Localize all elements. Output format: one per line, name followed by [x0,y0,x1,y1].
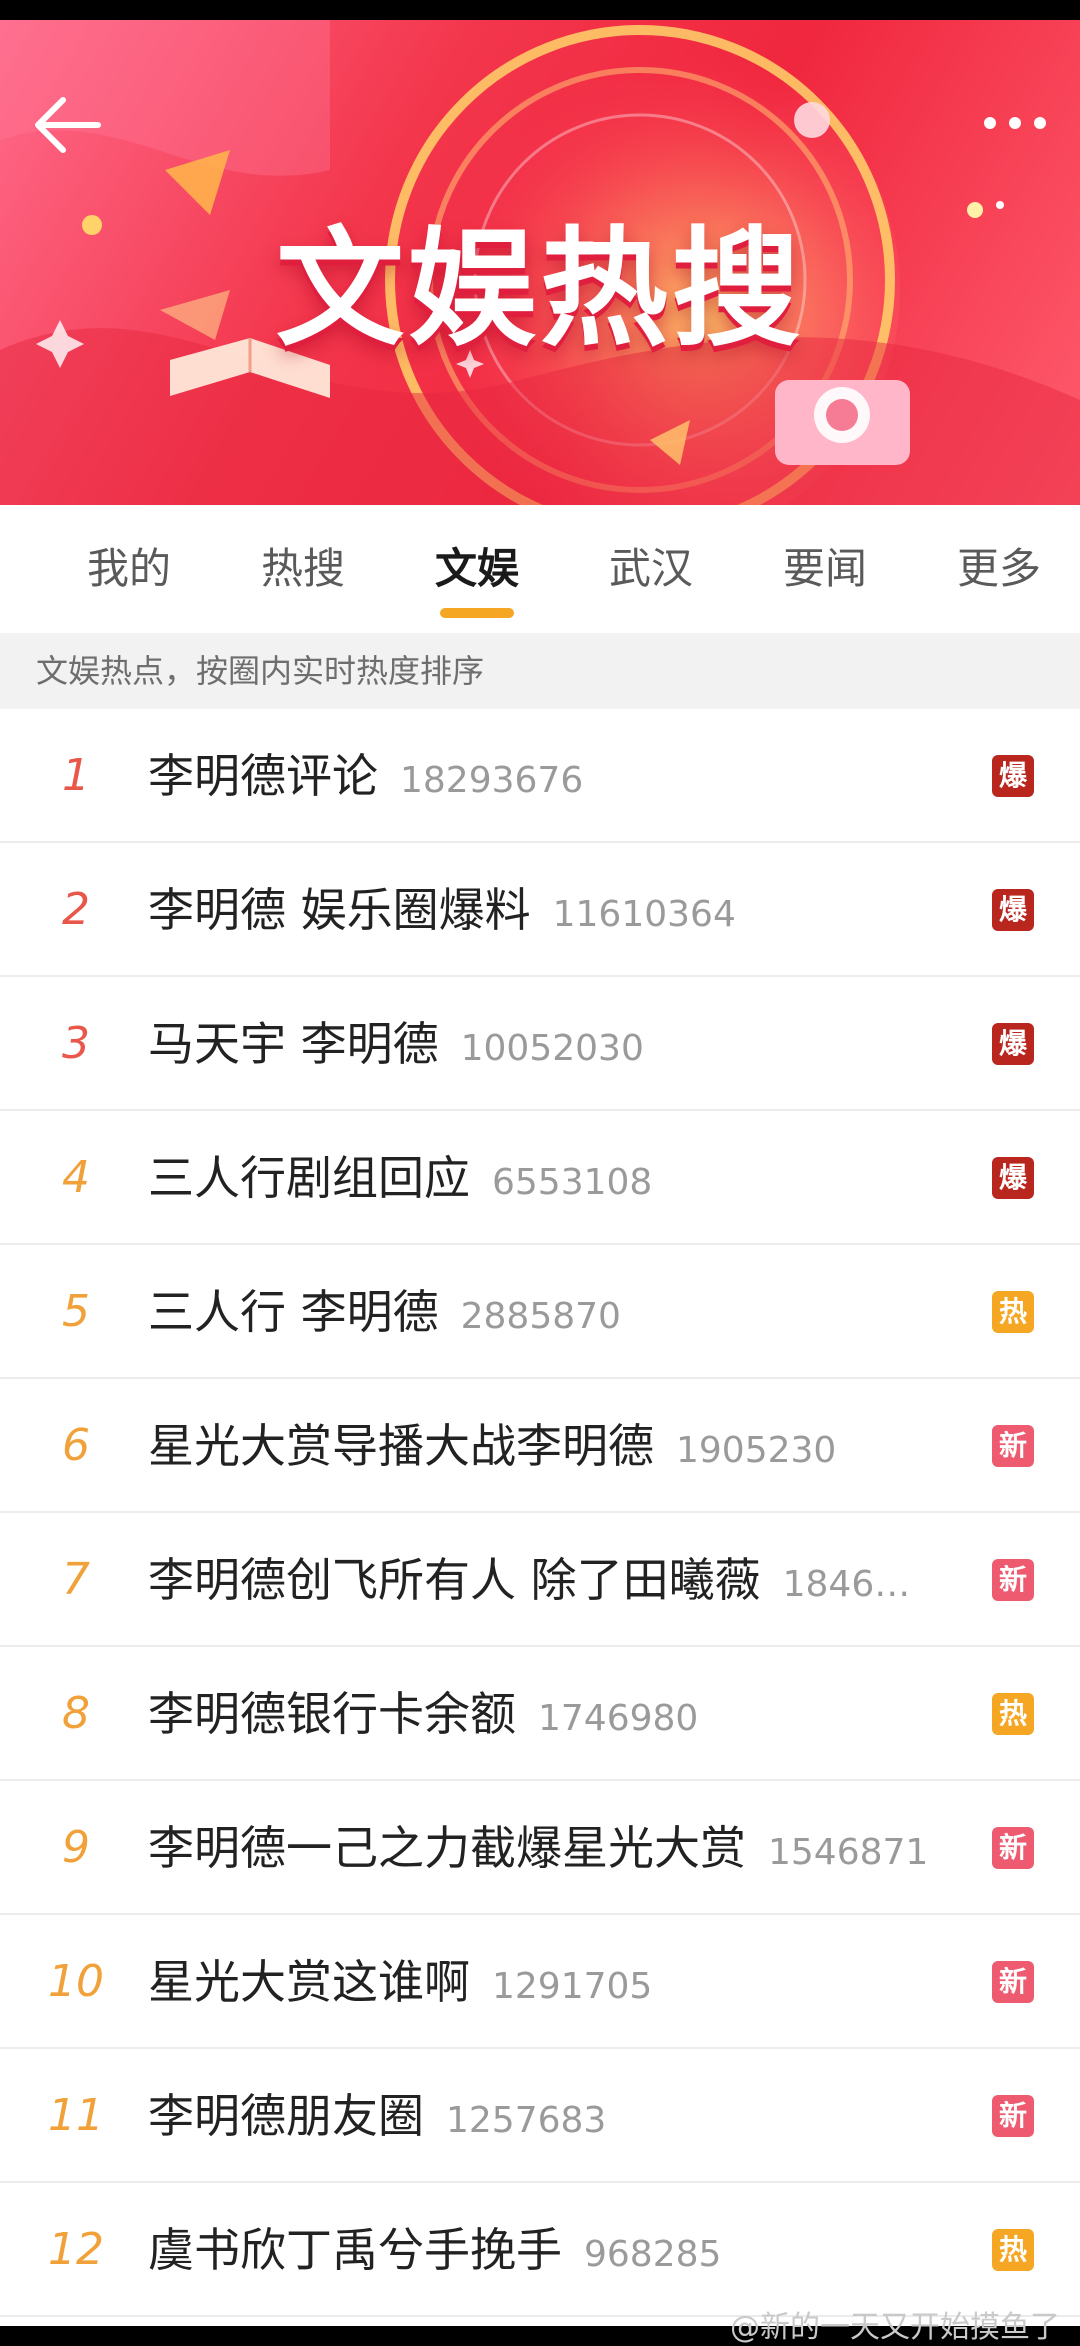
heat-count: 6553108 [492,1162,653,1203]
banner-title: 文娱热搜 [275,215,804,364]
tab-hot-search[interactable]: 热搜 [228,505,378,633]
topic-title: 李明德评论 [148,749,378,803]
more-dots-icon [984,117,1046,129]
status-badge: 新 [992,1425,1034,1467]
rank-number: 11 [48,2090,104,2141]
tab-mine[interactable]: 我的 [54,505,204,633]
status-badge: 新 [992,1961,1034,2003]
row-text: 星光大赏导播大战李明德 1905230 [148,1379,948,1513]
tab-wuhan[interactable]: 武汉 [576,505,726,633]
row-text: 李明德一己之力截爆星光大赏 1546871 [148,1781,948,1915]
rank-number: 12 [48,2224,104,2275]
tab-more[interactable]: 更多 [924,505,1074,633]
watermark: @新的一天又开始摸鱼了 [730,2310,1060,2345]
heat-count: 968285 [584,2234,722,2275]
rank-number: 3 [62,1018,90,1069]
row-text: 马天宇 李明德 10052030 [148,977,948,1111]
heat-count: 1546871 [768,1832,929,1873]
status-badge: 爆 [992,755,1034,797]
hot-search-row[interactable]: 6 星光大赏导播大战李明德 1905230 新 [0,1379,1080,1513]
tab-news[interactable]: 要闻 [750,505,900,633]
rank-number: 8 [62,1688,90,1739]
banner: 文娱热搜 [0,20,1080,505]
topic-title: 星光大赏这谁啊 [148,1955,470,2009]
heat-count: 1291705 [492,1966,653,2007]
back-arrow-icon [35,97,101,153]
heat-count: 10052030 [460,1028,644,1069]
row-text: 虞书欣丁禹兮手挽手 968285 [148,2183,948,2317]
row-text: 李明德创飞所有人 除了田曦薇 1846… [148,1513,948,1647]
back-button[interactable] [28,90,108,160]
screen: 文娱热搜 我的 热搜 文娱 武汉 要闻 更多 文娱热点，按圈内实时热度排序 1 李… [0,20,1080,2326]
rank-number: 9 [62,1822,90,1873]
topic-title: 李明德创飞所有人 除了田曦薇 [148,1553,761,1607]
row-text: 李明德银行卡余额 1746980 [148,1647,948,1781]
heat-count: 2885870 [460,1296,621,1337]
topic-title: 三人行剧组回应 [148,1151,470,1205]
heat-count: 1746980 [538,1698,699,1739]
status-badge: 爆 [992,1157,1034,1199]
status-badge: 新 [992,1559,1034,1601]
topic-title: 三人行 李明德 [148,1285,439,1339]
row-text: 星光大赏这谁啊 1291705 [148,1915,948,2049]
hot-search-row[interactable]: 9 李明德一己之力截爆星光大赏 1546871 新 [0,1781,1080,1915]
hot-search-row[interactable]: 11 李明德朋友圈 1257683 新 [0,2049,1080,2183]
hot-search-row[interactable]: 3 马天宇 李明德 10052030 爆 [0,977,1080,1111]
list-description: 文娱热点，按圈内实时热度排序 [0,633,1080,709]
status-badge: 热 [992,1291,1034,1333]
more-button[interactable] [980,98,1050,148]
rank-number: 6 [62,1420,90,1471]
topic-title: 李明德一己之力截爆星光大赏 [148,1821,746,1875]
rank-number: 10 [48,1956,104,2007]
hot-search-row[interactable]: 5 三人行 李明德 2885870 热 [0,1245,1080,1379]
row-text: 李明德朋友圈 1257683 [148,2049,948,2183]
rank-number: 5 [62,1286,90,1337]
status-badge: 热 [992,1693,1034,1735]
row-text: 李明德 娱乐圈爆料 11610364 [148,843,948,977]
topic-title: 李明德 娱乐圈爆料 [148,883,531,937]
topic-title: 李明德银行卡余额 [148,1687,516,1741]
row-text: 三人行剧组回应 6553108 [148,1111,948,1245]
active-tab-indicator [440,608,514,618]
topic-title: 李明德朋友圈 [148,2089,424,2143]
hot-search-row[interactable]: 12 虞书欣丁禹兮手挽手 968285 热 [0,2183,1080,2317]
tab-bar: 我的 热搜 文娱 武汉 要闻 更多 [0,505,1080,633]
status-badge: 爆 [992,889,1034,931]
row-text: 三人行 李明德 2885870 [148,1245,948,1379]
heat-count: 18293676 [400,760,584,801]
heat-count: 11610364 [552,894,736,935]
heat-count: 1846… [782,1564,911,1605]
hot-search-row[interactable]: 8 李明德银行卡余额 1746980 热 [0,1647,1080,1781]
topic-title: 马天宇 李明德 [148,1017,439,1071]
hot-search-row[interactable]: 4 三人行剧组回应 6553108 爆 [0,1111,1080,1245]
topic-title: 虞书欣丁禹兮手挽手 [148,2223,562,2277]
status-badge: 新 [992,1827,1034,1869]
hot-search-row[interactable]: 7 李明德创飞所有人 除了田曦薇 1846… 新 [0,1513,1080,1647]
hot-search-row[interactable]: 1 李明德评论 18293676 爆 [0,709,1080,843]
heat-count: 1905230 [676,1430,837,1471]
rank-number: 1 [62,750,90,801]
rank-number: 7 [62,1554,90,1605]
status-badge: 新 [992,2095,1034,2137]
hot-search-row[interactable]: 2 李明德 娱乐圈爆料 11610364 爆 [0,843,1080,977]
status-badge: 热 [992,2229,1034,2271]
heat-count: 1257683 [446,2100,607,2141]
hot-search-list: 1 李明德评论 18293676 爆 2 李明德 娱乐圈爆料 11610364 爆 3 马天宇 李… [0,709,1080,2317]
status-badge: 爆 [992,1023,1034,1065]
hot-search-row[interactable]: 10 星光大赏这谁啊 1291705 新 [0,1915,1080,2049]
topic-title: 星光大赏导播大战李明德 [148,1419,654,1473]
rank-number: 2 [62,884,90,935]
row-text: 李明德评论 18293676 [148,709,948,843]
rank-number: 4 [62,1152,90,1203]
